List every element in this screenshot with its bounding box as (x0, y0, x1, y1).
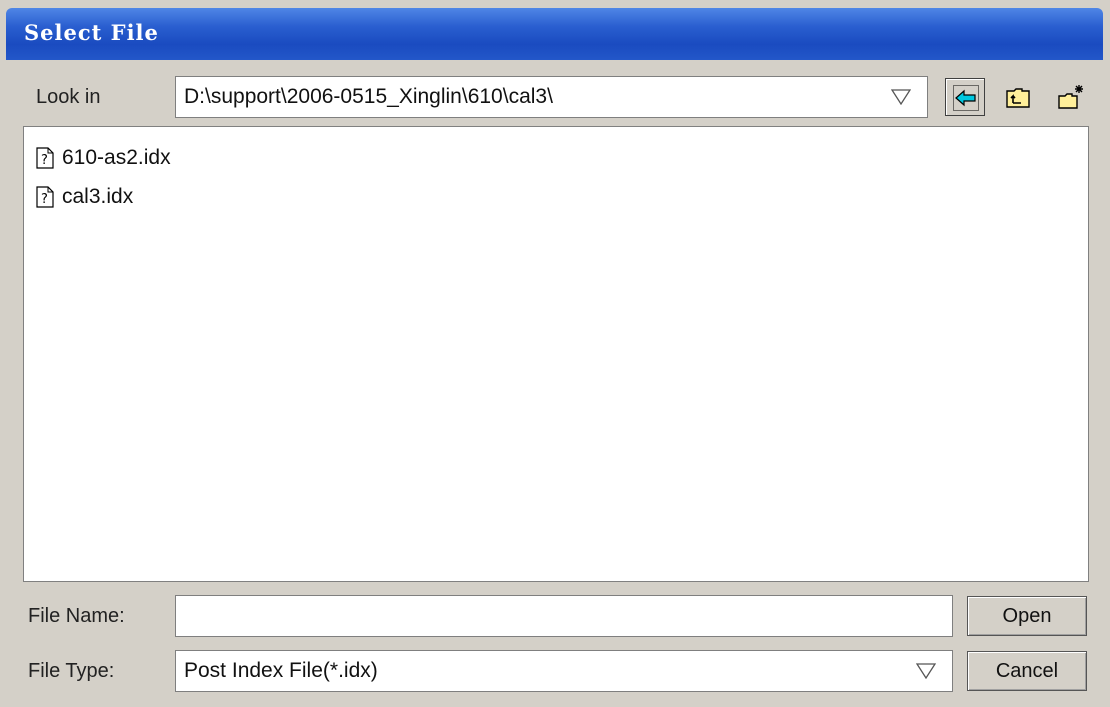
list-item[interactable]: ? cal3.idx (36, 182, 133, 212)
dropdown-arrow-icon[interactable] (891, 89, 911, 105)
up-one-level-button[interactable] (998, 78, 1038, 116)
look-in-combo[interactable]: D:\support\2006-0515_Xinglin\610\cal3\ (175, 76, 928, 118)
dropdown-arrow-icon[interactable] (916, 663, 936, 679)
look-in-label: Look in (36, 86, 101, 108)
back-button[interactable] (945, 78, 985, 116)
new-folder-button[interactable] (1050, 78, 1090, 116)
back-arrow-icon (953, 85, 979, 111)
file-name-input[interactable] (175, 595, 953, 637)
unknown-file-icon: ? (36, 186, 54, 208)
file-type-select[interactable]: Post Index File(*.idx) (175, 650, 953, 692)
svg-text:?: ? (41, 192, 48, 207)
dialog-title: Select File (24, 20, 159, 45)
select-file-dialog: Select File Look in D:\support\2006-0515… (0, 0, 1110, 707)
unknown-file-icon: ? (36, 147, 54, 169)
list-item[interactable]: ? 610-as2.idx (36, 143, 171, 173)
file-type-label: File Type: (28, 660, 115, 682)
file-list[interactable]: ? 610-as2.idx ? cal3.idx (23, 126, 1089, 582)
svg-text:?: ? (41, 153, 48, 168)
look-in-path: D:\support\2006-0515_Xinglin\610\cal3\ (184, 85, 553, 108)
cancel-button[interactable]: Cancel (967, 651, 1087, 691)
up-folder-icon (1006, 88, 1030, 108)
open-button[interactable]: Open (967, 596, 1087, 636)
file-type-value: Post Index File(*.idx) (184, 659, 378, 682)
file-name: cal3.idx (62, 185, 134, 208)
file-name: 610-as2.idx (62, 146, 171, 169)
new-folder-icon (1058, 85, 1083, 109)
title-bar[interactable]: Select File (6, 8, 1103, 60)
file-name-label: File Name: (28, 605, 125, 627)
